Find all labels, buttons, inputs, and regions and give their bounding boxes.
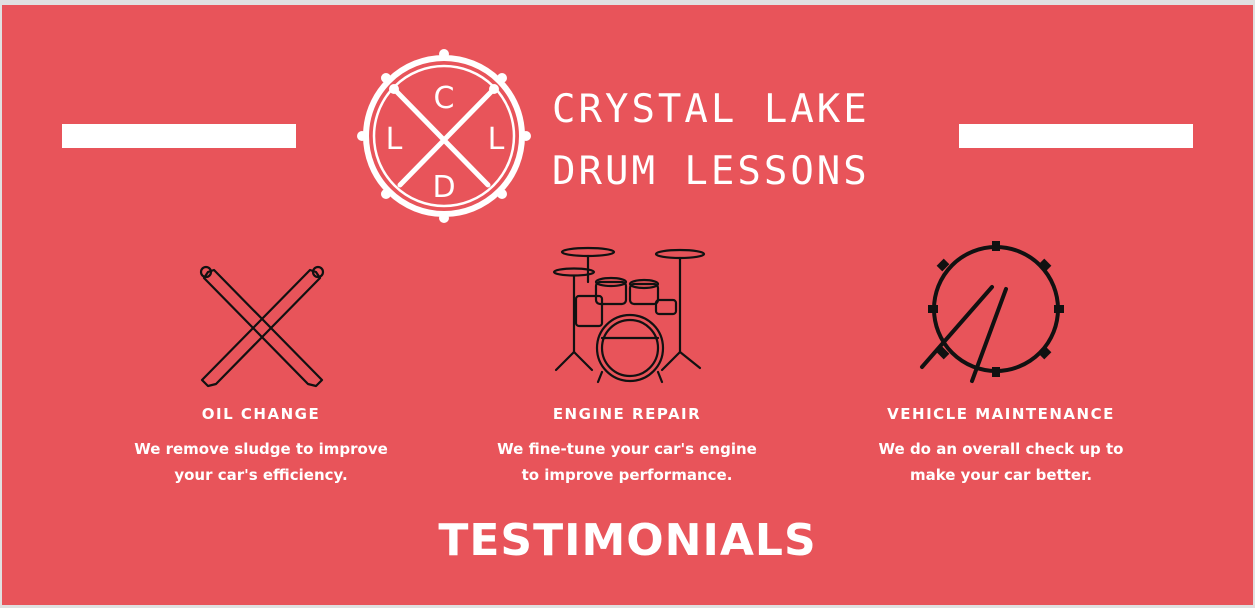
service-desc-oil-change: We remove sludge to improve your car's e… [111,436,411,488]
service-desc-line: your car's efficiency. [174,466,348,484]
decorative-bar-right [959,124,1193,148]
emblem-letter-bottom: D [432,170,455,205]
logo-wordmark[interactable]: CRYSTAL LAKE DRUM LESSONS [552,79,870,203]
service-desc-line: to improve performance. [521,466,733,484]
service-title-oil-change: OIL CHANGE [201,405,321,423]
service-desc-line: We remove sludge to improve [134,440,388,458]
service-desc-engine-repair: We fine-tune your car's engine to improv… [477,436,777,488]
service-desc-line: We do an overall check up to [878,440,1124,458]
logo-emblem-icon[interactable]: C L L D [356,45,532,227]
decorative-bar-left [62,124,296,148]
service-title-engine-repair: ENGINE REPAIR [552,405,702,423]
service-title-vehicle-maintenance: VEHICLE MAINTENANCE [887,405,1115,423]
logo-line-1: CRYSTAL LAKE [552,87,870,132]
emblem-letter-right: L [488,122,505,157]
snare-drum-icon [920,241,1064,383]
hero-section: C L L D CRYSTAL LAKE DRUM LESSONS OIL CH… [2,5,1253,605]
emblem-letter-left: L [386,122,403,157]
service-desc-line: make your car better. [909,466,1093,484]
drumsticks-icon [199,265,325,388]
service-desc-line: We fine-tune your car's engine [497,440,757,458]
emblem-letter-top: C [434,81,455,116]
service-desc-vehicle-maintenance: We do an overall check up to make your c… [851,436,1151,488]
logo-line-2: DRUM LESSONS [552,149,870,194]
drum-kit-icon [552,246,706,384]
testimonials-heading: TESTIMONIALS [438,515,817,566]
